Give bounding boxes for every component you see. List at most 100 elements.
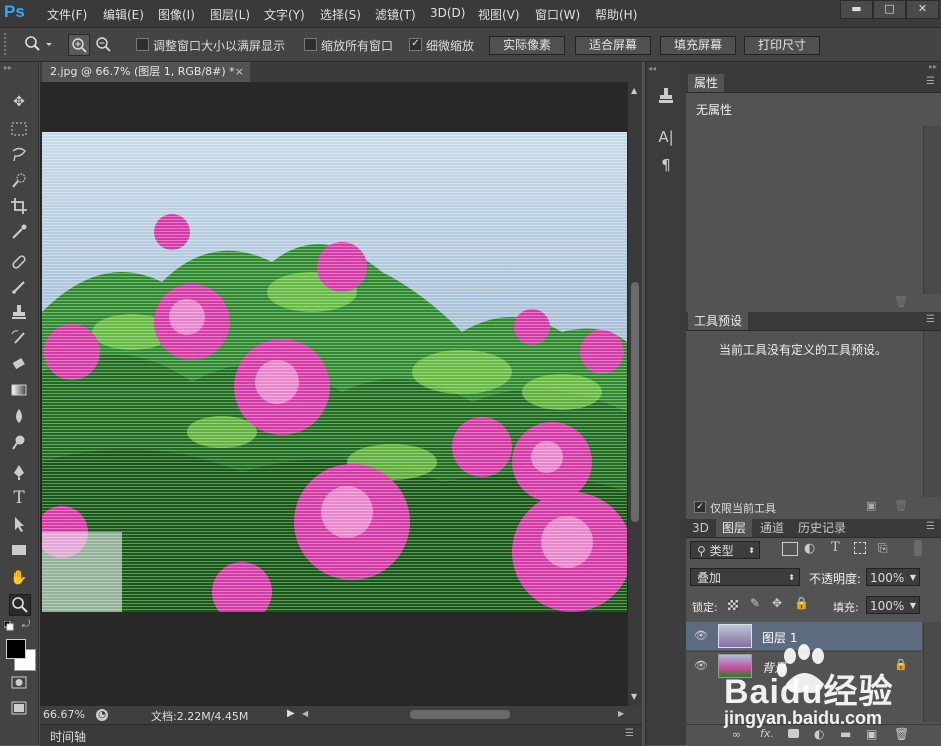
lock-pixels-icon[interactable]: ✎ [750,596,760,610]
menu-help[interactable]: 帮助(H) [595,6,637,23]
opacity-dropdown-icon[interactable]: ▼ [910,569,916,587]
tab-properties[interactable]: 属性 [688,74,725,92]
scroll-right-icon[interactable]: ▶ [618,709,624,718]
close-tab-icon[interactable]: × [235,62,244,82]
opacity-field[interactable]: 100% ▼ [866,568,920,586]
right-dock-collapse-icon[interactable]: ▸▸ [929,62,937,71]
lock-position-icon[interactable]: ✥ [772,596,782,610]
document-image[interactable] [42,132,627,612]
filter-smart-object-icon[interactable]: ⎘ [878,541,888,556]
filter-toggle-switch[interactable] [914,540,922,556]
tool-presets-menu-icon[interactable]: ☰ [926,314,935,325]
delete-layer-icon[interactable]: 🗑 [894,727,909,741]
link-layers-icon[interactable]: ∞ [732,728,741,741]
eyedropper-tool-icon[interactable] [9,222,29,242]
options-grip[interactable] [4,33,10,55]
foreground-color-swatch[interactable] [6,639,26,659]
zoom-all-windows-checkbox[interactable] [304,38,317,51]
tool-preset-picker[interactable] [24,35,54,53]
tool-presets-scrollbar[interactable] [923,331,941,497]
new-layer-icon[interactable]: ▣ [866,727,877,741]
status-menu-arrow-icon[interactable]: ▶ [287,708,295,719]
fx-icon[interactable]: fx. [760,727,774,740]
screen-mode-icon[interactable] [9,698,29,718]
eraser-tool-icon[interactable] [9,354,29,374]
filter-pixel-icon[interactable] [782,542,798,556]
tab-channels[interactable]: 通道 [754,519,790,537]
layer-row-selected[interactable]: 👁 图层 1 [686,622,922,650]
zoom-level[interactable]: 66.67% [43,708,85,721]
maximize-button[interactable]: □ [873,0,906,19]
path-selection-tool-icon[interactable] [9,514,29,534]
tab-layers[interactable]: 图层 [716,519,753,537]
lock-all-icon[interactable]: 🔒 [794,596,809,610]
layer-visibility-eye-icon[interactable]: 👁 [694,659,708,673]
print-size-button[interactable]: 打印尺寸 [744,36,820,55]
paragraph-panel-icon[interactable]: ¶ [656,156,676,176]
character-panel-icon[interactable]: A| [656,128,676,148]
zoom-in-button[interactable] [68,34,90,56]
quick-mask-icon[interactable] [9,672,29,692]
quick-selection-tool-icon[interactable] [9,171,29,191]
timeline-tab[interactable]: 时间轴 [50,728,86,745]
menu-select[interactable]: 选择(S) [320,6,361,23]
layer-name[interactable]: 图层 1 [762,629,797,646]
add-mask-icon[interactable] [788,729,799,738]
clone-stamp-tool-icon[interactable] [9,302,29,322]
horizontal-scroll-thumb[interactable] [410,710,510,719]
status-info-icon[interactable]: ◔ [96,709,108,721]
brush-tool-icon[interactable] [9,277,29,297]
move-tool-icon[interactable]: ✥ [9,92,29,112]
tab-3d[interactable]: 3D [686,519,715,537]
menu-view[interactable]: 视图(V) [478,6,520,23]
marquee-tool-icon[interactable] [9,119,29,139]
dock-grip[interactable]: ◂◂ [648,64,656,73]
tab-history[interactable]: 历史记录 [792,519,852,537]
vertical-scrollbar[interactable]: ▲ ▼ [628,82,642,706]
layers-menu-icon[interactable]: ☰ [926,521,935,532]
type-tool-icon[interactable]: T [9,488,29,508]
layer-row[interactable]: 👁 背景 🔒 [686,651,922,680]
layer-filter-kind-select[interactable]: ⚲ 类型 ⬍ [690,541,760,559]
layers-scrollbar[interactable] [923,622,941,722]
new-preset-icon[interactable]: ▣ [866,499,876,512]
zoom-out-button[interactable] [93,34,113,54]
default-colors-icon[interactable] [3,620,14,631]
fill-field[interactable]: 100% ▼ [866,596,920,614]
lock-transparent-icon[interactable] [728,600,738,610]
scrubby-zoom-checkbox[interactable]: ✓ [409,38,422,51]
pen-tool-icon[interactable] [9,462,29,482]
zoom-tool-active-icon[interactable] [9,594,31,616]
lasso-tool-icon[interactable] [9,145,29,165]
vertical-scroll-thumb[interactable] [631,282,639,522]
tool-presets-dock-icon[interactable] [656,86,676,106]
filter-adjustment-icon[interactable]: ◐ [804,541,815,556]
filter-shape-icon[interactable] [854,542,866,554]
tab-tool-presets[interactable]: 工具预设 [688,312,749,330]
menu-layer[interactable]: 图层(L) [210,6,250,23]
filter-type-icon[interactable]: T [831,540,840,555]
crop-tool-icon[interactable] [9,196,29,216]
dodge-tool-icon[interactable] [9,432,29,452]
fill-screen-button[interactable]: 填充屏幕 [660,36,736,55]
toolbar-collapse[interactable]: ▸▸ [4,64,34,72]
adjustment-layer-icon[interactable]: ◐ [814,727,824,741]
minimize-button[interactable]: ▬ [840,0,873,19]
properties-menu-icon[interactable]: ☰ [926,76,935,87]
fill-dropdown-icon[interactable]: ▼ [910,597,916,615]
timeline-menu-icon[interactable]: ☰ [625,728,634,739]
rectangle-tool-icon[interactable] [9,540,29,560]
swap-colors-icon[interactable]: ⤾ [22,619,34,631]
blend-mode-select[interactable]: 叠加 ⬍ [690,568,800,586]
layer-visibility-eye-icon[interactable]: 👁 [694,629,708,643]
document-tab[interactable]: 2.jpg @ 66.7% (图层 1, RGB/8#) * × [42,62,250,82]
healing-brush-tool-icon[interactable] [9,252,29,272]
actual-pixels-button[interactable]: 实际像素 [489,36,565,55]
menu-filter[interactable]: 滤镜(T) [375,6,416,23]
menu-file[interactable]: 文件(F) [47,6,87,23]
current-tool-only-checkbox[interactable]: ✓ [694,501,706,513]
blur-tool-icon[interactable] [9,406,29,426]
menu-window[interactable]: 窗口(W) [535,6,580,23]
background-layer-name[interactable]: 背景 [762,659,786,676]
properties-scrollbar[interactable] [923,126,941,294]
